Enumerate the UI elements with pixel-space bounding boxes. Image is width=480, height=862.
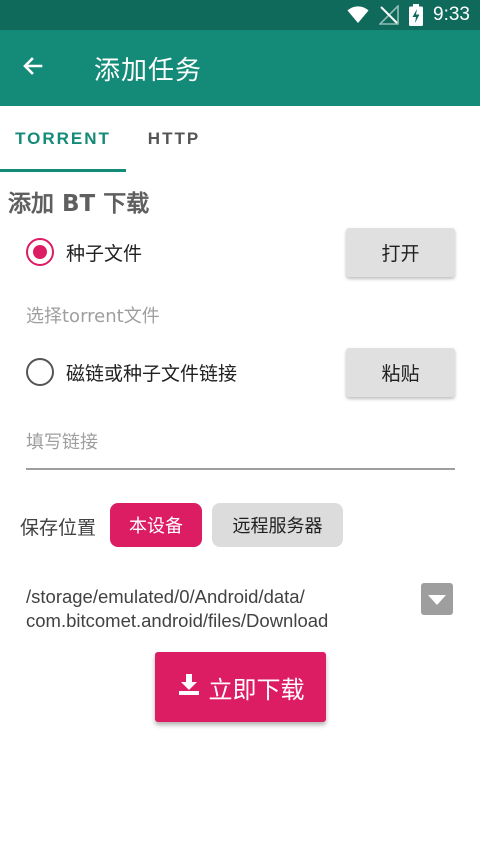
save-location-label: 保存位置	[20, 517, 97, 539]
download-now-button[interactable]: 立即下载	[155, 652, 326, 722]
arrow-left-icon	[21, 54, 45, 82]
open-button[interactable]: 打开	[346, 228, 455, 277]
path-dropdown-button[interactable]	[421, 583, 453, 615]
back-button[interactable]	[0, 30, 66, 106]
save-path: /storage/emulated/0/Android/data/ com.bi…	[26, 585, 406, 633]
paste-button[interactable]: 粘贴	[346, 348, 455, 397]
torrent-file-hint: 选择torrent文件	[26, 306, 160, 327]
tab-bar: TORRENT HTTP	[0, 106, 480, 172]
battery-charging-icon	[409, 4, 424, 26]
save-path-line-2: com.bitcomet.android/files/Download	[26, 610, 329, 631]
page-title: 添加任务	[94, 55, 203, 86]
wifi-icon	[347, 6, 369, 24]
local-device-button[interactable]: 本设备	[110, 503, 202, 547]
magnet-link-radio-row[interactable]: 磁链或种子文件链接	[26, 358, 237, 386]
tab-http[interactable]: HTTP	[126, 106, 222, 172]
remote-server-button[interactable]: 远程服务器	[212, 503, 343, 547]
tab-torrent[interactable]: TORRENT	[0, 106, 126, 172]
magnet-link-label: 磁链或种子文件链接	[66, 362, 238, 385]
torrent-file-label: 种子文件	[66, 242, 143, 265]
magnet-link-radio[interactable]	[26, 358, 54, 386]
download-now-label: 立即下载	[208, 675, 305, 704]
no-signal-icon	[379, 5, 399, 25]
section-title: 添加 BT 下载	[8, 191, 150, 217]
save-path-line-1: /storage/emulated/0/Android/data/	[26, 586, 305, 607]
status-bar: 9:33	[0, 0, 480, 30]
torrent-file-radio-row[interactable]: 种子文件	[26, 238, 142, 266]
link-input[interactable]	[26, 416, 455, 470]
download-icon	[177, 672, 201, 702]
app-bar: 添加任务	[0, 30, 480, 106]
torrent-file-radio[interactable]	[26, 238, 54, 266]
caret-down-icon	[428, 590, 446, 609]
status-time: 9:33	[433, 4, 470, 25]
